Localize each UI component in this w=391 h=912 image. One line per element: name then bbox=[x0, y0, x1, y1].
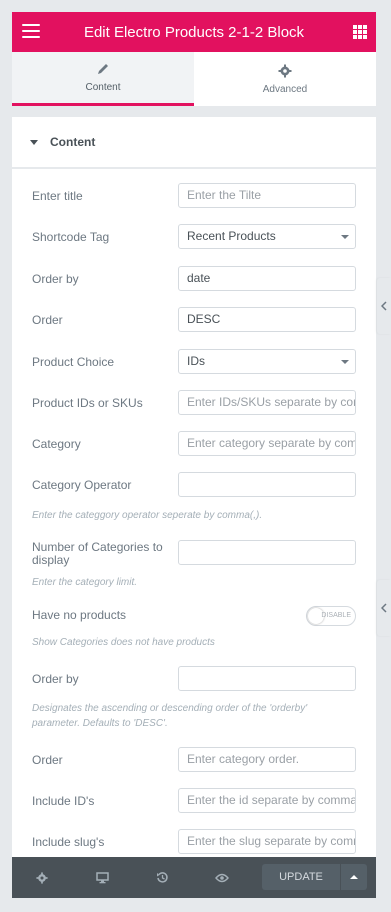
category-operator-description: Enter the categgory operator seperate by… bbox=[32, 510, 263, 521]
editor-panel: Edit Electro Products 2-1-2 Block Conten… bbox=[12, 12, 376, 900]
order-label: Order bbox=[32, 313, 63, 327]
section-title: Content bbox=[50, 135, 96, 149]
toggle-state-text: DISABLE bbox=[321, 612, 351, 619]
cat-order-input[interactable]: Enter category order. bbox=[178, 747, 356, 772]
update-button[interactable]: UPDATE bbox=[262, 864, 340, 890]
no-products-toggle[interactable]: DISABLE bbox=[306, 606, 356, 626]
dropdown-arrow-icon bbox=[341, 360, 349, 364]
include-slugs-label: Include slug's bbox=[32, 835, 105, 849]
save-options-button[interactable] bbox=[341, 864, 367, 890]
category-operator-label: Category Operator bbox=[32, 478, 132, 492]
product-ids-input[interactable]: Enter IDs/SKUs separate by comma(,). bbox=[178, 390, 356, 415]
number-categories-label: Number of Categories to display bbox=[32, 540, 163, 567]
cat-orderby-label: Order by bbox=[32, 672, 79, 686]
product-choice-select[interactable]: IDs bbox=[178, 349, 356, 374]
settings-button[interactable] bbox=[12, 871, 72, 884]
include-ids-label: Include ID's bbox=[32, 794, 95, 808]
navigator-handle[interactable] bbox=[377, 580, 391, 636]
caret-up-icon bbox=[350, 875, 358, 879]
cat-orderby-description: Designates the ascending or descending o… bbox=[32, 703, 308, 729]
tab-content[interactable]: Content bbox=[12, 52, 194, 106]
hamburger-menu-icon[interactable] bbox=[22, 24, 40, 40]
panel-header: Edit Electro Products 2-1-2 Block bbox=[12, 12, 376, 52]
title-input[interactable]: Enter the Tilte bbox=[178, 183, 356, 208]
include-ids-input[interactable]: Enter the id separate by comma(,). bbox=[178, 788, 356, 813]
history-button[interactable] bbox=[132, 871, 192, 884]
widgets-grid-icon[interactable] bbox=[353, 25, 367, 39]
content-section-toggle[interactable]: Content bbox=[12, 117, 376, 168]
tab-advanced[interactable]: Advanced bbox=[194, 52, 376, 106]
title-label: Enter title bbox=[32, 189, 83, 203]
shortcode-select[interactable]: Recent Products bbox=[178, 224, 356, 249]
chevron-left-icon bbox=[381, 603, 387, 613]
category-input[interactable]: Enter category separate by comma(,). bbox=[178, 431, 356, 456]
orderby-input[interactable]: date bbox=[178, 266, 356, 291]
tab-content-label: Content bbox=[85, 82, 121, 93]
product-choice-label: Product Choice bbox=[32, 355, 115, 369]
preview-button[interactable] bbox=[192, 873, 252, 883]
cat-orderby-input[interactable] bbox=[178, 666, 356, 691]
desktop-icon bbox=[95, 871, 109, 883]
panel-title: Edit Electro Products 2-1-2 Block bbox=[83, 23, 305, 41]
dropdown-arrow-icon bbox=[341, 235, 349, 239]
caret-down-icon bbox=[30, 139, 38, 145]
shortcode-value: Recent Products bbox=[187, 229, 276, 243]
panel-footer: UPDATE bbox=[12, 857, 376, 898]
include-slugs-input[interactable]: Enter the slug separate by comma(,). bbox=[178, 829, 356, 854]
controls-list: Enter title Enter the Tilte Shortcode Ta… bbox=[12, 169, 376, 857]
history-icon bbox=[156, 872, 168, 883]
category-operator-input[interactable] bbox=[178, 472, 356, 497]
number-categories-input[interactable] bbox=[178, 540, 356, 565]
shortcode-label: Shortcode Tag bbox=[32, 230, 110, 244]
no-products-label: Have no products bbox=[32, 608, 127, 622]
product-choice-value: IDs bbox=[187, 354, 205, 368]
responsive-mode-button[interactable] bbox=[72, 871, 132, 884]
panel-tabs: Content Advanced bbox=[12, 52, 376, 106]
chevron-left-icon bbox=[381, 301, 387, 311]
order-input[interactable]: DESC bbox=[178, 307, 356, 332]
no-products-description: Show Categories does not have products bbox=[32, 637, 215, 648]
gear-icon bbox=[36, 871, 48, 884]
pencil-icon bbox=[98, 64, 108, 74]
gear-icon bbox=[278, 64, 292, 77]
eye-icon bbox=[215, 873, 229, 882]
panel-collapse-handle[interactable] bbox=[377, 278, 391, 334]
orderby-label: Order by bbox=[32, 272, 79, 286]
number-categories-description: Enter the category limit. bbox=[32, 577, 138, 588]
category-label: Category bbox=[32, 437, 81, 451]
cat-order-label: Order bbox=[32, 753, 63, 767]
product-ids-label: Product IDs or SKUs bbox=[32, 396, 143, 410]
tab-advanced-label: Advanced bbox=[262, 83, 308, 95]
